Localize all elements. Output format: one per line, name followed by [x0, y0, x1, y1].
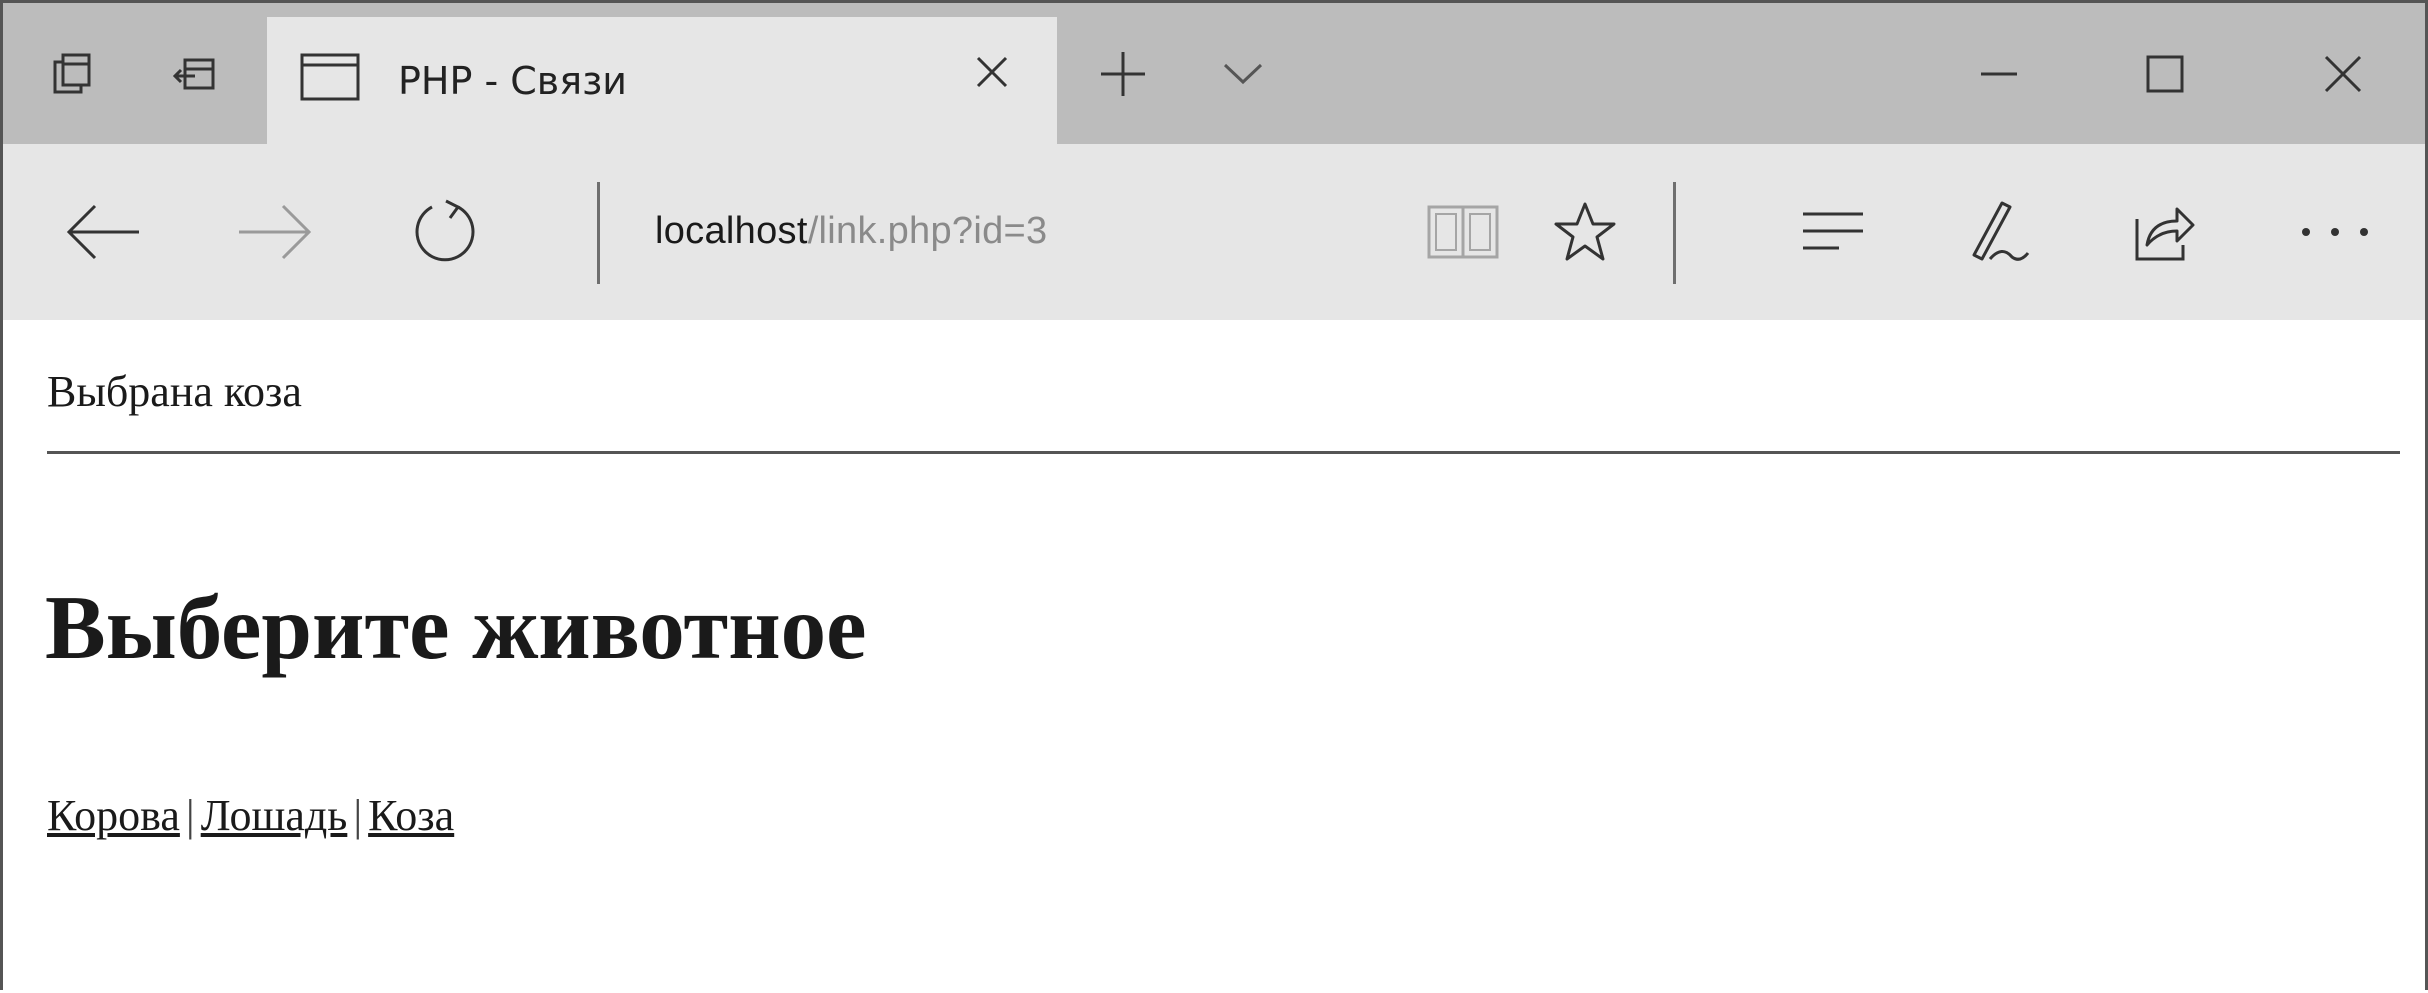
back-button[interactable] [53, 182, 153, 282]
minimize-icon [1981, 72, 2017, 75]
tab-active[interactable]: PHP - Связи [267, 17, 1057, 144]
star-icon [1554, 202, 1616, 261]
url-host: localhost [655, 210, 808, 252]
close-icon [2324, 55, 2362, 92]
link-separator: | [353, 791, 363, 840]
reading-view-button[interactable] [1413, 182, 1513, 282]
tab-preview-button[interactable] [1193, 3, 1293, 144]
link-cow[interactable]: Корова [47, 791, 180, 840]
close-icon [976, 56, 1008, 88]
hub-button[interactable] [1783, 182, 1883, 282]
address-bar[interactable]: localhost/link.php?id=3 [655, 210, 1047, 253]
selected-animal-text: Выбрана коза [47, 367, 302, 416]
minimize-button[interactable] [1949, 3, 2049, 144]
arrow-right-icon [239, 204, 312, 260]
link-goat[interactable]: Коза [368, 791, 454, 840]
animal-links: Корова | Лошадь | Коза [47, 790, 454, 841]
tab-manager-icon[interactable] [23, 3, 123, 144]
share-icon [2135, 207, 2195, 261]
forward-button[interactable] [225, 182, 325, 282]
share-button[interactable] [2115, 182, 2215, 282]
favorite-button[interactable] [1535, 182, 1635, 282]
plus-icon [1101, 51, 1145, 96]
browser-window: PHP - Связи localhost/link.php?id=3 Выбр… [0, 0, 2428, 993]
hub-icon [1803, 212, 1863, 250]
set-tabs-aside-icon[interactable] [145, 3, 245, 144]
page-content: Выбрана коза Выберите животное Корова | Ло… [3, 320, 2425, 993]
more-button[interactable] [2285, 182, 2385, 282]
refresh-button[interactable] [395, 182, 495, 282]
horizontal-rule [47, 451, 2400, 454]
divider [1673, 182, 1676, 284]
book-icon [1427, 205, 1499, 259]
arrow-left-icon [66, 204, 139, 260]
close-window-button[interactable] [2293, 3, 2393, 144]
maximize-button[interactable] [2115, 3, 2215, 144]
ellipsis-icon [2302, 228, 2368, 236]
close-tab-button[interactable] [967, 47, 1017, 97]
pen-icon [1972, 201, 2030, 261]
navigation-bar: localhost/link.php?id=3 [3, 144, 2425, 320]
link-horse[interactable]: Лошадь [201, 791, 348, 840]
divider [597, 182, 600, 284]
refresh-icon [415, 199, 475, 262]
chevron-down-icon [1223, 63, 1263, 84]
maximize-icon [2146, 55, 2184, 92]
page-heading: Выберите животное [45, 577, 867, 678]
notes-button[interactable] [1947, 182, 2047, 282]
tab-title: PHP - Связи [398, 59, 627, 103]
new-tab-button[interactable] [1073, 3, 1173, 144]
page-icon [300, 53, 360, 106]
link-separator: | [185, 791, 195, 840]
url-path: /link.php?id=3 [807, 210, 1048, 252]
title-bar: PHP - Связи [3, 3, 2425, 144]
